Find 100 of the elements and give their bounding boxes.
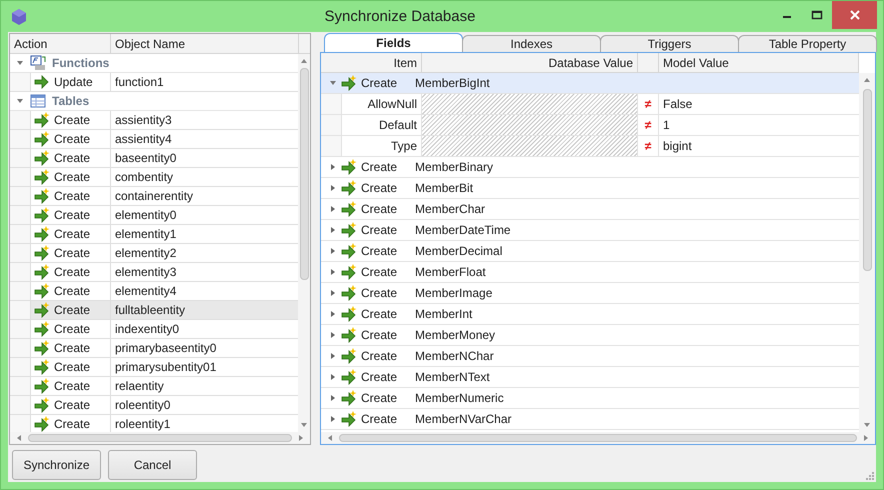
create-arrow-icon <box>34 207 50 223</box>
object-name: baseentity0 <box>114 150 178 167</box>
expand-arrow-icon[interactable] <box>329 268 337 276</box>
list-row[interactable]: Create assientity3 <box>10 111 298 130</box>
list-row[interactable]: Update function1 <box>10 73 298 92</box>
close-button[interactable] <box>832 1 877 29</box>
field-row[interactable]: Create MemberBinary <box>321 157 859 178</box>
expand-arrow-icon[interactable] <box>329 184 337 192</box>
create-arrow-icon <box>34 416 50 432</box>
field-row[interactable]: Create MemberDecimal <box>321 241 859 262</box>
arrow-icon <box>34 74 50 90</box>
list-row[interactable]: Create indexentity0 <box>10 320 298 339</box>
action-text: Create <box>54 360 90 374</box>
list-row[interactable]: Create elementity0 <box>10 206 298 225</box>
group-row[interactable]: Functions <box>10 54 298 73</box>
expand-arrow-icon[interactable] <box>329 226 337 234</box>
expand-arrow-icon[interactable] <box>329 331 337 339</box>
action-text: Create <box>54 151 90 165</box>
object-name: elementity0 <box>114 207 178 224</box>
field-name: MemberNChar <box>415 349 494 363</box>
horizontal-scrollbar[interactable] <box>10 432 310 444</box>
scroll-right-icon[interactable] <box>863 434 869 442</box>
horizontal-scrollbar[interactable] <box>321 432 875 444</box>
resize-grip-icon[interactable] <box>866 472 874 480</box>
action-text: Create <box>361 286 398 300</box>
model-value: False <box>662 96 694 113</box>
list-row[interactable]: Create primarybaseentity0 <box>10 339 298 358</box>
expand-arrow-icon[interactable] <box>329 352 337 360</box>
scroll-down-icon[interactable] <box>300 422 308 428</box>
field-row[interactable]: Create MemberNumeric <box>321 388 859 409</box>
field-row[interactable]: Create MemberBit <box>321 178 859 199</box>
list-row[interactable]: Create containerentity <box>10 187 298 206</box>
dialog-button[interactable]: Cancel <box>108 450 197 480</box>
expand-arrow-icon[interactable] <box>329 415 337 423</box>
window-title: Synchronize Database <box>324 8 476 25</box>
field-row[interactable]: Create MemberNChar <box>321 346 859 367</box>
list-row[interactable]: Create fulltableentity <box>10 301 298 320</box>
group-row[interactable]: Tables <box>10 92 298 111</box>
create-arrow-icon <box>34 264 50 280</box>
field-row[interactable]: Create MemberNText <box>321 367 859 388</box>
group-label: Functions <box>52 56 110 70</box>
action-text: Create <box>54 113 90 127</box>
list-row[interactable]: Create baseentity0 <box>10 149 298 168</box>
list-row[interactable]: Create elementity1 <box>10 225 298 244</box>
expand-arrow-icon[interactable] <box>329 373 337 381</box>
scroll-down-icon[interactable] <box>863 422 871 428</box>
field-row[interactable]: Create MemberNVarChar <box>321 409 859 430</box>
field-row[interactable]: Create MemberDateTime <box>321 220 859 241</box>
field-name: MemberNumeric <box>415 391 504 405</box>
column-header[interactable]: Object Name <box>111 34 299 53</box>
expand-arrow-icon[interactable] <box>329 205 337 213</box>
collapse-arrow-icon[interactable] <box>16 97 24 105</box>
column-header[interactable]: Model Value <box>659 53 859 72</box>
action-text: Create <box>54 284 90 298</box>
list-row[interactable]: Create assientity4 <box>10 130 298 149</box>
column-header[interactable]: Database Value <box>422 53 638 72</box>
field-row[interactable]: Create MemberChar <box>321 199 859 220</box>
create-arrow-icon <box>341 348 357 364</box>
scroll-up-icon[interactable] <box>863 77 871 83</box>
action-text: Create <box>54 303 90 317</box>
expand-arrow-icon[interactable] <box>329 247 337 255</box>
expand-arrow-icon[interactable] <box>329 394 337 402</box>
field-row[interactable]: Create MemberFloat <box>321 262 859 283</box>
object-name: fulltableentity <box>114 302 186 319</box>
object-name: roleentity0 <box>114 397 172 414</box>
field-row[interactable]: Create MemberMoney <box>321 325 859 346</box>
create-arrow-icon <box>341 306 357 322</box>
action-text: Create <box>54 322 90 336</box>
collapse-arrow-icon[interactable] <box>329 79 337 87</box>
list-row[interactable]: Create relaentity <box>10 377 298 396</box>
tab[interactable]: Indexes <box>462 35 601 52</box>
action-text: Create <box>54 417 90 431</box>
expand-arrow-icon[interactable] <box>329 163 337 171</box>
field-name: MemberMoney <box>415 328 496 342</box>
list-row[interactable]: Create elementity2 <box>10 244 298 263</box>
field-name: MemberFloat <box>415 265 486 279</box>
field-row[interactable]: Create MemberInt <box>321 304 859 325</box>
collapse-arrow-icon[interactable] <box>16 59 24 67</box>
table-icon <box>30 93 46 109</box>
list-row[interactable]: Create elementity3 <box>10 263 298 282</box>
list-row[interactable]: Create roleentity0 <box>10 396 298 415</box>
list-row[interactable]: Create combentity <box>10 168 298 187</box>
scroll-right-icon[interactable] <box>298 434 304 442</box>
column-header[interactable]: Item <box>321 53 422 72</box>
tab[interactable]: Triggers <box>600 35 739 52</box>
scroll-left-icon[interactable] <box>16 434 22 442</box>
vertical-scrollbar[interactable] <box>298 54 310 432</box>
tab[interactable]: Table Property <box>738 35 877 52</box>
column-header[interactable]: Action <box>10 34 111 53</box>
expand-arrow-icon[interactable] <box>329 310 337 318</box>
field-row[interactable]: Create MemberImage <box>321 283 859 304</box>
tab[interactable]: Fields <box>324 33 463 52</box>
dialog-button[interactable]: Synchronize <box>12 450 101 480</box>
field-row[interactable]: Create MemberBigInt <box>321 73 859 94</box>
scroll-up-icon[interactable] <box>300 58 308 64</box>
action-text: Create <box>54 227 90 241</box>
list-row[interactable]: Create primarysubentity01 <box>10 358 298 377</box>
scroll-left-icon[interactable] <box>327 434 333 442</box>
vertical-scrollbar[interactable] <box>859 73 875 432</box>
expand-arrow-icon[interactable] <box>329 289 337 297</box>
